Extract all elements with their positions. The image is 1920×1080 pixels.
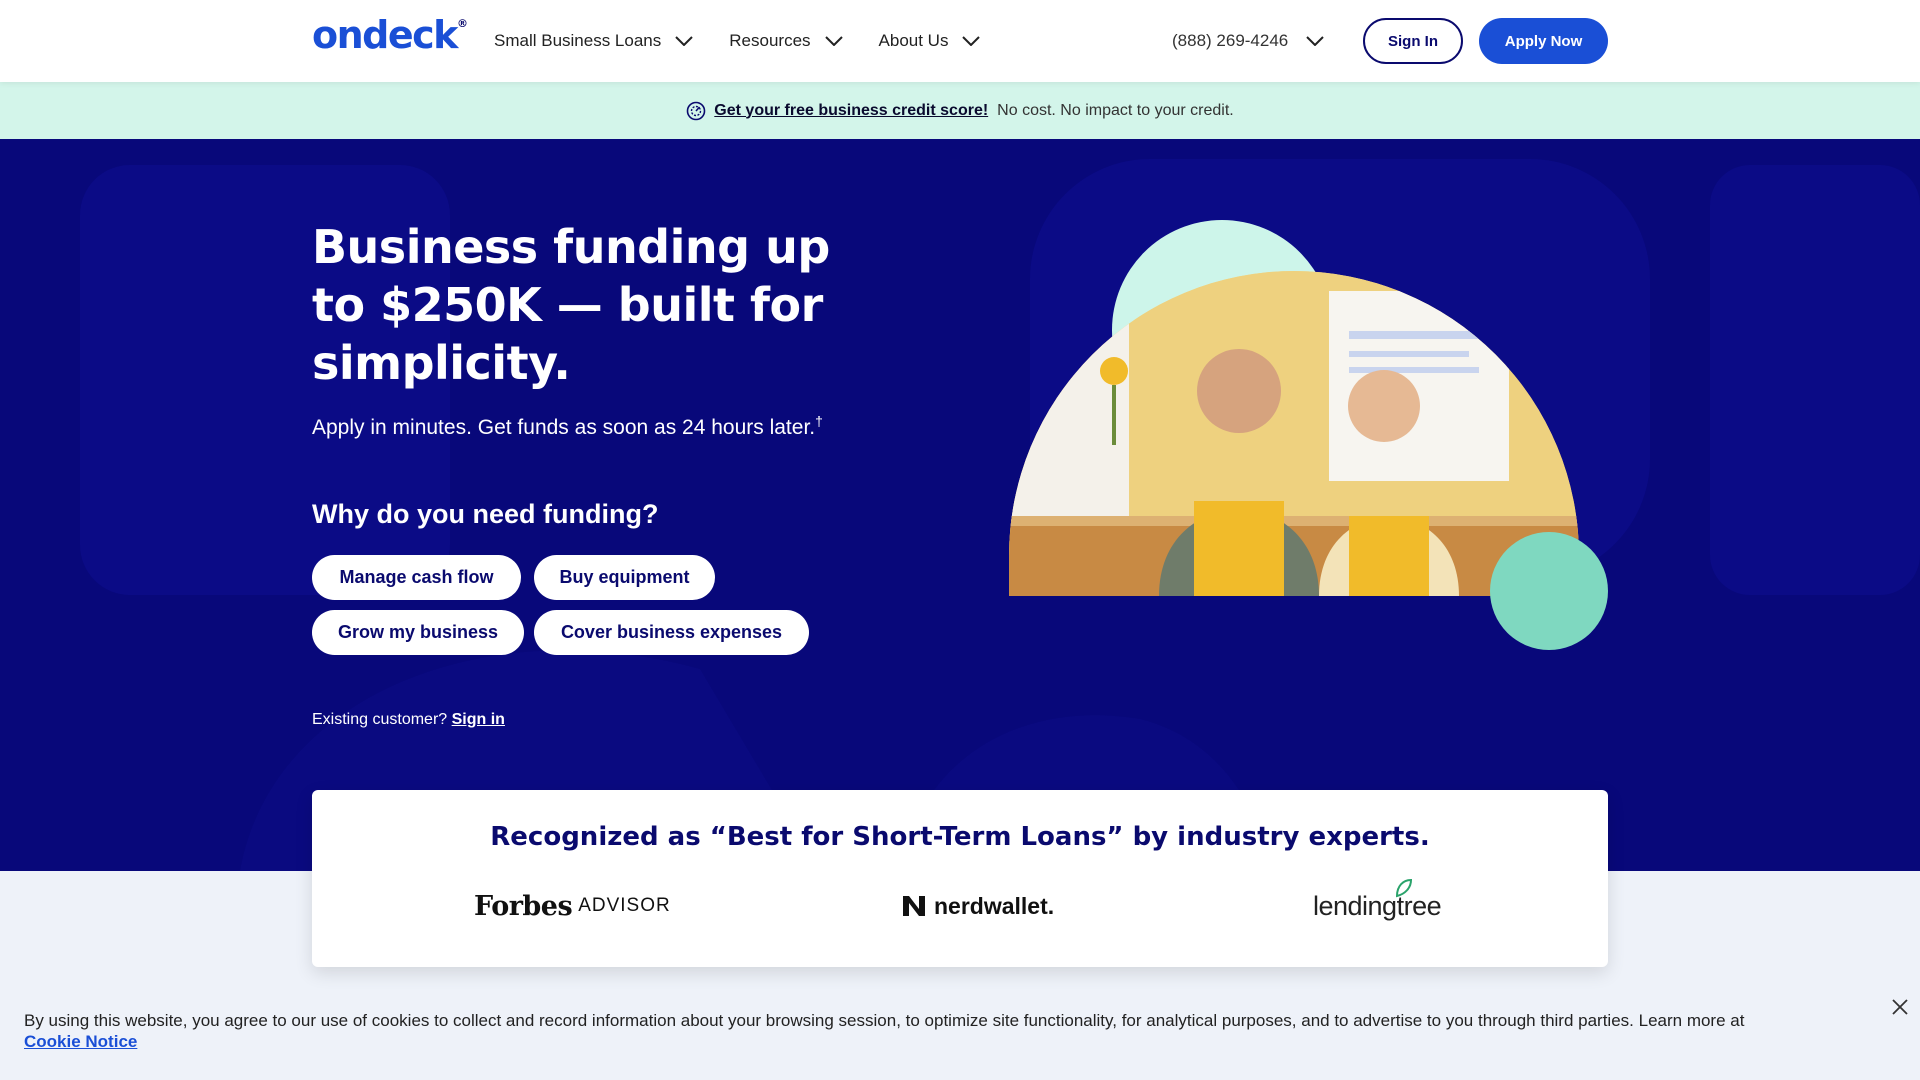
nav-resources[interactable]: Resources xyxy=(729,31,843,51)
logo-registered-mark: ® xyxy=(456,17,468,30)
hero-headline: Business funding up to $250K — built for… xyxy=(312,220,830,390)
sign-in-button[interactable]: Sign In xyxy=(1363,18,1463,64)
decorative-mint-dot xyxy=(1490,532,1608,650)
phone-number: (888) 269-4246 xyxy=(1172,31,1289,50)
lendingtree-logo: lendingtree xyxy=(1313,878,1442,926)
chip-grow-my-business[interactable]: Grow my business xyxy=(312,610,524,655)
chip-buy-equipment[interactable]: Buy equipment xyxy=(534,555,715,600)
nav-small-business-loans[interactable]: Small Business Loans xyxy=(494,31,693,51)
footnote-dagger: † xyxy=(815,413,823,429)
nerdwallet-n-icon xyxy=(903,896,925,916)
forbes-advisor-logo: Forbes ADVISOR xyxy=(474,886,671,926)
promo-text: No cost. No impact to your credit. xyxy=(997,101,1234,119)
chevron-down-icon xyxy=(824,36,843,46)
existing-sign-in-link[interactable]: Sign in xyxy=(452,711,505,728)
nav-label: Resources xyxy=(729,31,811,50)
free-credit-score-link[interactable]: Get your free business credit score! xyxy=(714,102,988,120)
hero-background-shapes xyxy=(80,159,1920,871)
ondeck-logo[interactable]: ondeck® xyxy=(312,16,468,54)
main-nav: Small Business Loans Resources About Us xyxy=(494,0,1016,82)
nav-label: About Us xyxy=(878,31,949,50)
credit-gauge-icon xyxy=(686,101,706,120)
hero-subtext-text: Apply in minutes. Get funds as soon as 2… xyxy=(312,416,816,439)
chevron-down-icon xyxy=(675,36,693,46)
hero-subtext: Apply in minutes. Get funds as soon as 2… xyxy=(312,406,832,443)
hero-section: Business funding up to $250K — built for… xyxy=(0,139,1920,871)
chip-manage-cash-flow[interactable]: Manage cash flow xyxy=(312,555,521,600)
recognition-card: Recognized as “Best for Short-Term Loans… xyxy=(312,790,1608,967)
logo-text: ondeck xyxy=(312,13,458,57)
promo-banner: Get your free business credit score! No … xyxy=(0,82,1920,139)
recognition-title: Recognized as “Best for Short-Term Loans… xyxy=(490,822,1430,852)
nerdwallet-wordmark: nerdwallet. xyxy=(934,892,1055,919)
close-icon[interactable] xyxy=(1889,996,1911,1018)
existing-customer-text: Existing customer? xyxy=(312,711,448,728)
forbes-advisor-wordmark: ADVISOR xyxy=(578,895,671,916)
forbes-wordmark: Forbes xyxy=(474,890,573,922)
lendingtree-wordmark: lendingtree xyxy=(1313,890,1442,921)
leaf-icon xyxy=(1395,878,1413,898)
nerdwallet-logo: nerdwallet. xyxy=(902,886,1054,926)
funding-question: Why do you need funding? xyxy=(312,499,659,529)
apply-now-button[interactable]: Apply Now xyxy=(1479,18,1608,64)
nav-about-us[interactable]: About Us xyxy=(879,31,981,51)
site-header: ondeck® Small Business Loans Resources A… xyxy=(0,0,1920,82)
chevron-down-icon xyxy=(962,36,981,46)
chip-cover-business-expenses[interactable]: Cover business expenses xyxy=(534,610,809,655)
cookie-message: By using this website, you agree to our … xyxy=(24,1011,1745,1030)
cookie-banner: By using this website, you agree to our … xyxy=(0,990,1920,1080)
existing-customer: Existing customer? Sign in xyxy=(312,711,505,729)
nav-label: Small Business Loans xyxy=(494,31,662,50)
cookie-notice-link[interactable]: Cookie Notice xyxy=(24,1032,137,1051)
cookie-text: By using this website, you agree to our … xyxy=(24,1010,1864,1052)
chevron-down-icon xyxy=(1306,36,1324,46)
phone-dropdown[interactable]: (888) 269-4246 xyxy=(1172,0,1324,82)
